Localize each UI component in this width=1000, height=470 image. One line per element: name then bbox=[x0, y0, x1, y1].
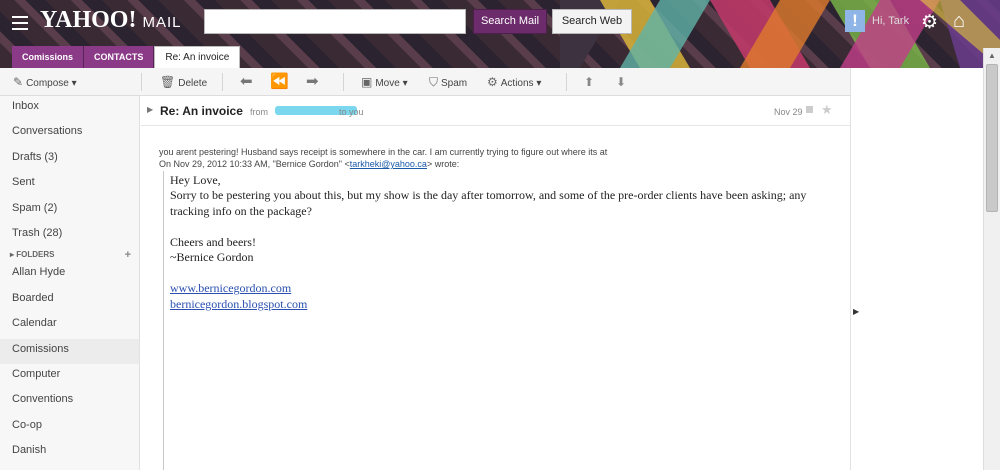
right-pane: ▶ bbox=[850, 68, 1000, 470]
reply-text: you arent pestering! Husband says receip… bbox=[159, 147, 608, 157]
reply-all-icon[interactable]: ⏪ bbox=[270, 68, 289, 96]
star-icon[interactable]: ★ bbox=[821, 102, 833, 118]
message-from-prefix: from bbox=[250, 107, 268, 117]
folder-icon: ▣ bbox=[361, 75, 373, 89]
expand-pane-icon[interactable]: ▶ bbox=[853, 307, 859, 316]
tab-bar: Comissions CONTACTS Re: An invoice bbox=[12, 46, 241, 68]
reply-icon[interactable]: ⬅ bbox=[240, 68, 253, 96]
move-button[interactable]: ▣ Move ▾ bbox=[361, 68, 408, 96]
sidebar-item-inbox[interactable]: Inbox bbox=[0, 96, 139, 121]
sidebar-item-drafts[interactable]: Drafts (3) bbox=[0, 147, 139, 172]
quoted-message: Hey Love, Sorry to be pestering you abou… bbox=[163, 171, 850, 470]
compose-icon: ✎ bbox=[13, 75, 24, 89]
folder-item-calendar[interactable]: Calendar bbox=[0, 313, 139, 338]
actions-gear-icon: ⚙ bbox=[487, 75, 498, 89]
sidebar-item-trash[interactable]: Trash (28) bbox=[0, 223, 139, 248]
folder-item-co-op[interactable]: Co-op bbox=[0, 415, 139, 440]
forward-icon[interactable]: ➡ bbox=[306, 68, 319, 96]
sidebar: Inbox Conversations Drafts (3) Sent Spam… bbox=[0, 96, 140, 470]
sidebar-item-spam[interactable]: Spam (2) bbox=[0, 198, 139, 223]
toolbar-divider bbox=[222, 73, 223, 91]
home-icon[interactable]: ⌂ bbox=[953, 10, 965, 33]
next-message-icon[interactable]: ⬇ bbox=[616, 68, 626, 96]
quote-intro-line: On Nov 29, 2012 10:33 AM, "Bernice Gordo… bbox=[159, 159, 459, 169]
tab-contacts[interactable]: CONTACTS bbox=[84, 46, 155, 68]
page-scrollbar[interactable]: ▲ bbox=[983, 48, 1000, 470]
flag-icon[interactable] bbox=[806, 106, 813, 113]
message-date: Nov 29 bbox=[774, 107, 803, 117]
spam-label: Spam bbox=[441, 78, 468, 89]
gear-icon[interactable]: ⚙ bbox=[921, 11, 938, 34]
toolbar-divider bbox=[141, 73, 142, 91]
message-toolbar: ✎ Compose ▾ 🗑 Delete ⬅ ⏪ ➡ ▣ Move ▾ ⛉ Spam ⚙… bbox=[0, 68, 850, 96]
yahoo-mail-logo[interactable]: YAHOO! MAIL bbox=[40, 7, 181, 34]
app-header: YAHOO! MAIL Search Mail Search Web ! Hi,… bbox=[0, 0, 1000, 68]
folder-item-danish[interactable]: Danish bbox=[0, 440, 139, 465]
user-greeting[interactable]: Hi, Tark bbox=[872, 15, 909, 27]
previous-message-icon[interactable]: ⬆ bbox=[584, 68, 594, 96]
website-link[interactable]: www.bernicegordon.com bbox=[170, 281, 291, 296]
trash-icon: 🗑 bbox=[160, 75, 176, 89]
move-label: Move bbox=[375, 78, 400, 89]
sidebar-item-conversations[interactable]: Conversations bbox=[0, 121, 139, 146]
hamburger-menu-icon[interactable] bbox=[12, 16, 28, 30]
compose-label: Compose bbox=[26, 78, 69, 89]
quote-line-2: tracking info on the package? bbox=[170, 204, 312, 218]
search-web-button[interactable]: Search Web bbox=[552, 9, 632, 34]
quote-outro: > wrote: bbox=[426, 159, 460, 169]
folder-item-boarded[interactable]: Boarded bbox=[0, 288, 139, 313]
logo-text: YAHOO! bbox=[40, 7, 137, 33]
add-folder-icon[interactable]: + bbox=[125, 248, 131, 262]
quote-line-1: Sorry to be pestering you about this, bu… bbox=[170, 188, 807, 202]
quote-signoff: Cheers and beers! bbox=[170, 235, 256, 249]
message-subject: Re: An invoice bbox=[160, 104, 243, 118]
folder-item-computer[interactable]: Computer bbox=[0, 364, 139, 389]
shield-icon: ⛉ bbox=[429, 75, 439, 89]
tab-re-an-invoice[interactable]: Re: An invoice bbox=[154, 46, 241, 68]
folders-header[interactable]: ▸ FOLDERS + bbox=[0, 248, 139, 262]
scroll-up-icon[interactable]: ▲ bbox=[984, 48, 1000, 64]
actions-label: Actions bbox=[500, 78, 534, 89]
compose-button[interactable]: ✎ Compose ▾ bbox=[13, 68, 77, 96]
folder-item-comissions[interactable]: Comissions bbox=[0, 338, 139, 364]
spam-button[interactable]: ⛉ Spam bbox=[429, 68, 467, 96]
folder-item-allan-hyde[interactable]: Allan Hyde bbox=[0, 262, 139, 287]
quote-greeting: Hey Love, bbox=[170, 173, 221, 187]
message-to: to you bbox=[339, 107, 364, 117]
quote-signature: ~Bernice Gordon bbox=[170, 250, 254, 264]
actions-button[interactable]: ⚙ Actions ▾ bbox=[487, 68, 541, 96]
delete-button[interactable]: 🗑 Delete bbox=[160, 68, 207, 96]
quote-email-link[interactable]: tarkheki@yahoo.ca bbox=[350, 159, 427, 169]
toolbar-divider bbox=[566, 73, 567, 91]
delete-label: Delete bbox=[178, 78, 208, 89]
scroll-thumb[interactable] bbox=[986, 64, 998, 212]
folder-item-conventions[interactable]: Conventions bbox=[0, 389, 139, 414]
expand-arrow-icon[interactable]: ▶ bbox=[147, 105, 153, 114]
tab-comissions[interactable]: Comissions bbox=[12, 46, 85, 68]
search-mail-button[interactable]: Search Mail bbox=[473, 9, 547, 34]
folders-header-label: FOLDERS bbox=[16, 250, 55, 260]
message-header[interactable]: ▶ Re: An invoice from to you Nov 29 ★ bbox=[141, 96, 850, 126]
toolbar-divider bbox=[343, 73, 344, 91]
logo-suffix: MAIL bbox=[142, 14, 182, 31]
user-avatar-icon[interactable]: ! bbox=[845, 10, 865, 32]
search-input[interactable] bbox=[204, 9, 466, 34]
sidebar-item-sent[interactable]: Sent bbox=[0, 172, 139, 197]
blog-link[interactable]: bernicegordon.blogspot.com bbox=[170, 297, 307, 312]
quote-intro: On Nov 29, 2012 10:33 AM, "Bernice Gordo… bbox=[159, 159, 350, 169]
